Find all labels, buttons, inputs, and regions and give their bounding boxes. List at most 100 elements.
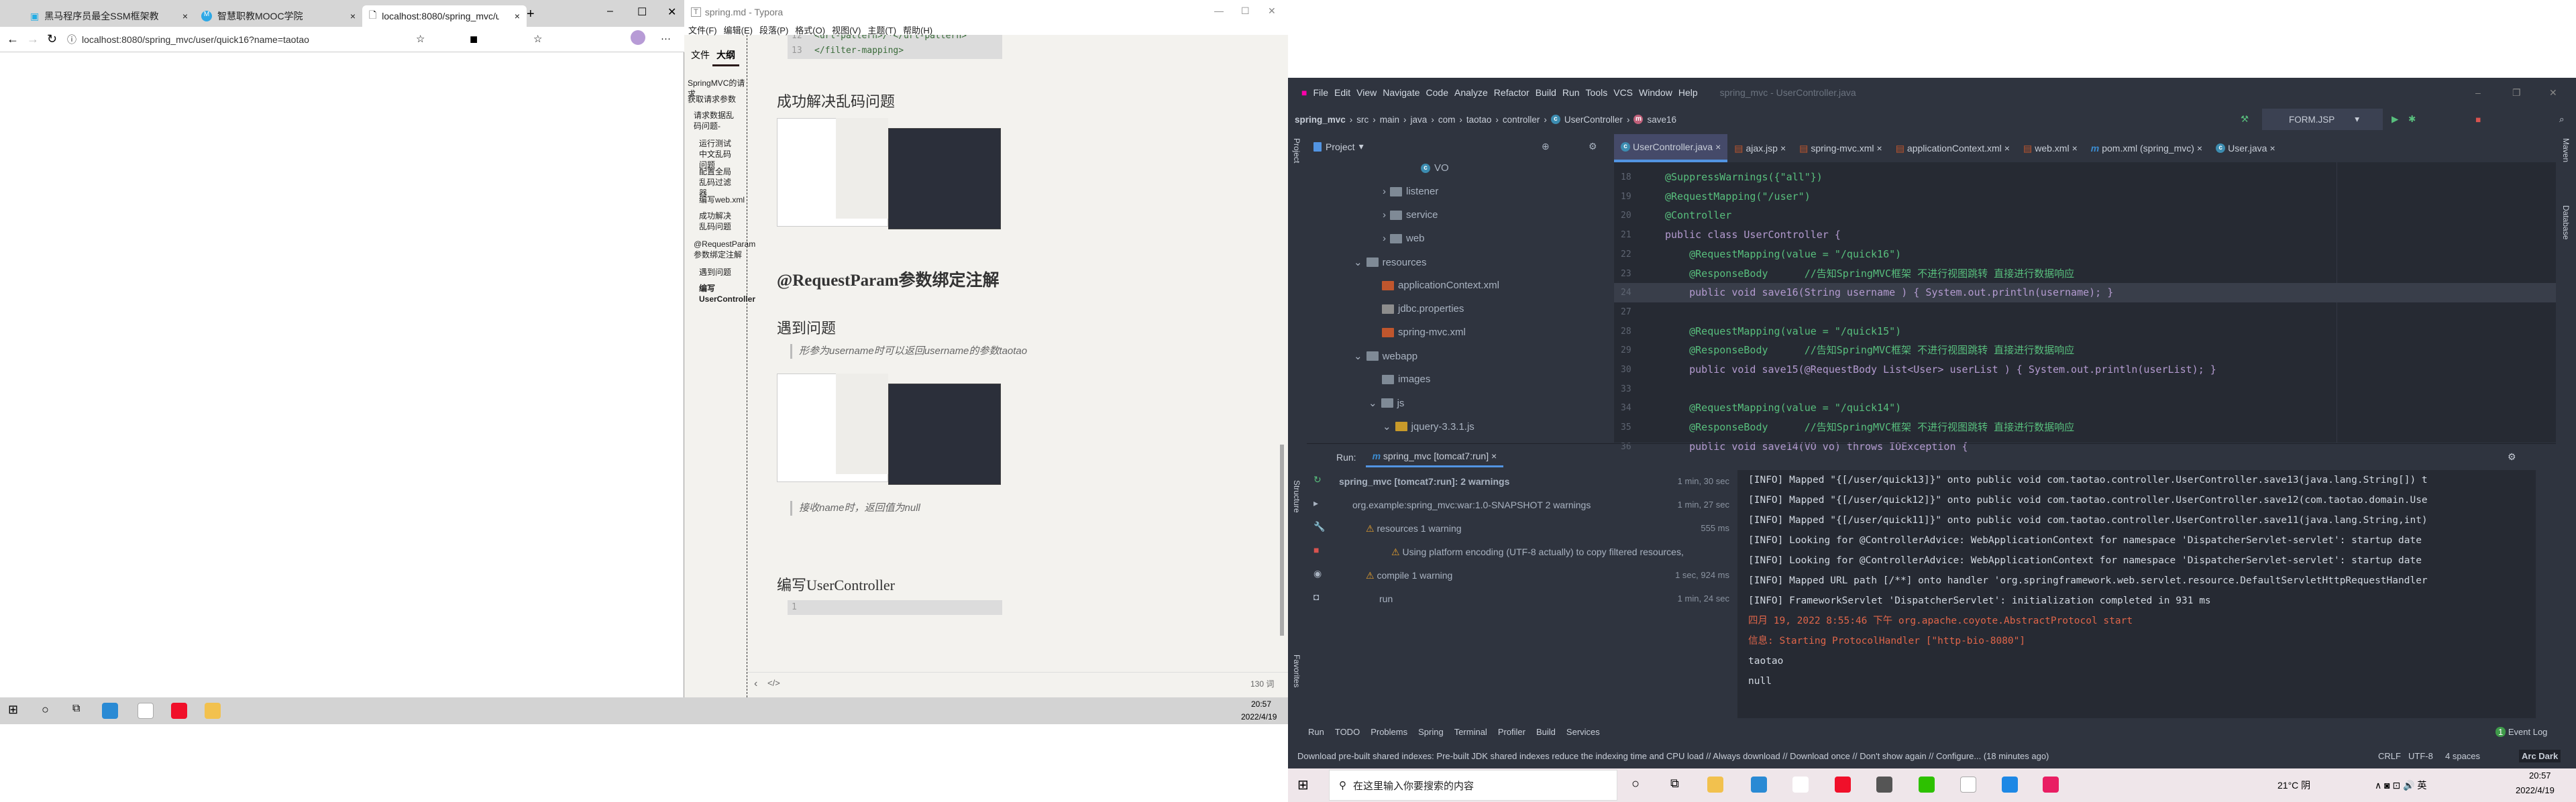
code-line[interactable]: 29 @ResponseBody //告知SpringMVC框架 不进行视图跳转… — [1614, 341, 2556, 360]
status-message[interactable]: Download pre-built shared indexes: Pre-b… — [1297, 751, 2049, 761]
feishu-icon[interactable] — [2002, 777, 2018, 793]
menu-code[interactable]: Code — [1426, 87, 1448, 98]
code-line[interactable]: 18 @SuppressWarnings({"all"}) — [1614, 168, 2556, 187]
cortana-icon[interactable]: ○ — [42, 703, 49, 717]
tree-item[interactable]: jdbc.properties — [1382, 303, 1464, 314]
forward-button[interactable]: → — [27, 32, 39, 46]
edge-icon[interactable] — [1751, 777, 1767, 793]
build-hammer-icon[interactable]: ⚒ — [2241, 114, 2249, 125]
menu-format[interactable]: 格式(O) — [795, 23, 825, 36]
run-tree-item[interactable]: spring_mvc [tomcat7:run]: 2 warnings 1 mi… — [1339, 471, 1729, 492]
menu-file[interactable]: File — [1313, 87, 1328, 98]
close-button[interactable]: ✕ — [1268, 5, 1276, 17]
menu-refactor[interactable]: Refactor — [1494, 87, 1529, 98]
outline-item[interactable]: @RequestParam参数绑定注解 — [694, 239, 755, 260]
weather-widget[interactable]: 21°C 阴 — [2277, 779, 2310, 792]
outline-item[interactable]: 编写web.xml — [699, 194, 745, 205]
typora-icon[interactable] — [138, 703, 154, 719]
run-tree-item[interactable]: ⚠ compile 1 warning 1 sec, 924 ms — [1339, 565, 1729, 585]
encoding[interactable]: UTF-8 — [2408, 751, 2433, 761]
tree-item[interactable]: ⌄ webapp — [1354, 350, 1417, 363]
settings-gear-icon[interactable]: ⚙ — [1589, 141, 1597, 152]
menu-run[interactable]: Run — [1562, 87, 1580, 98]
close-tab-icon[interactable]: × — [182, 11, 188, 21]
address-bar[interactable]: ⓘ localhost:8080/spring_mvc/user/quick16?… — [62, 30, 437, 50]
task-view-icon[interactable]: ⧉ — [1670, 777, 1679, 791]
rerun-icon[interactable]: ↻ — [1313, 474, 1322, 485]
tree-item[interactable]: › web — [1383, 233, 1425, 244]
tab-files[interactable]: 文件 — [691, 48, 710, 62]
more-menu-icon[interactable]: ··· — [661, 33, 671, 44]
maximize-button[interactable]: ☐ — [637, 5, 647, 19]
minimize-button[interactable]: – — [2475, 87, 2481, 98]
run-console[interactable]: [INFO] Mapped "{[/user/quick13]}" onto p… — [1737, 470, 2536, 718]
menu-navigate[interactable]: Navigate — [1383, 87, 1419, 98]
code-line[interactable]: 34 @RequestMapping(value = "/quick14") — [1614, 398, 2556, 418]
breadcrumb-item[interactable]: java — [1411, 115, 1428, 125]
code-block[interactable]: 12 <url-pattern>/*</url-pattern> 13 </filt… — [788, 35, 1002, 59]
code-line[interactable]: 27 — [1614, 302, 2556, 322]
menu-file[interactable]: 文件(F) — [688, 23, 717, 36]
menu-tools[interactable]: Tools — [1586, 87, 1608, 98]
tray-icons[interactable]: ∧ ◙ ⊡ 🔊 英 — [2375, 779, 2426, 792]
outline-item[interactable]: 配置全局乱码过滤器 — [699, 166, 736, 198]
new-tab-button[interactable]: + — [527, 7, 535, 22]
restore-button[interactable]: ❐ — [2512, 87, 2521, 99]
tool-terminal[interactable]: Terminal — [1454, 727, 1487, 737]
breadcrumb-item[interactable]: taotao — [1466, 115, 1492, 125]
youdao-icon[interactable] — [1835, 777, 1851, 793]
menu-window[interactable]: Window — [1639, 87, 1672, 98]
minimize-button[interactable]: — — [1214, 5, 1224, 16]
scrollbar[interactable] — [1280, 445, 1284, 636]
menu-vcs[interactable]: VCS — [1613, 87, 1633, 98]
menu-theme[interactable]: 主题(T) — [867, 23, 896, 36]
event-log-button[interactable]: 1 Event Log — [2496, 726, 2547, 737]
task-view-icon[interactable]: ⧉ — [72, 703, 80, 715]
breadcrumb-item[interactable]: src — [1356, 115, 1368, 125]
typora-icon[interactable] — [1960, 777, 1976, 793]
outline-item-active[interactable]: 编写UserController — [699, 283, 755, 304]
code-line[interactable]: 22 @RequestMapping(value = "/quick16") — [1614, 245, 2556, 264]
code-line[interactable]: 24 public void save16(String username ) … — [1614, 283, 2556, 303]
toggle-icon[interactable]: ▸ — [1313, 498, 1318, 509]
browser-tab[interactable]: ▣黑马程序员最全SSM框架教程|Sp× — [23, 5, 195, 27]
tree-item[interactable]: › service — [1383, 209, 1438, 221]
menu-help[interactable]: 帮助(H) — [903, 23, 932, 36]
source-code-icon[interactable]: </> — [767, 678, 780, 688]
breadcrumb-item[interactable]: save16 — [1647, 115, 1676, 125]
favorites-tool-button[interactable]: Favorites — [1292, 654, 1301, 687]
editor-tab-active[interactable]: c UserController.java × — [1614, 134, 1728, 162]
code-line[interactable]: 30 public void save15(@RequestBody List<… — [1614, 360, 2556, 380]
tool-services[interactable]: Services — [1566, 727, 1600, 737]
stop-icon[interactable]: ■ — [1313, 545, 1319, 555]
menu-view[interactable]: View — [1356, 87, 1377, 98]
code-line[interactable]: 33 — [1614, 380, 2556, 399]
tool-problems[interactable]: Problems — [1371, 727, 1407, 737]
tree-item[interactable]: ⌄ jquery-3.3.1.js — [1383, 420, 1474, 433]
breadcrumb-item[interactable]: controller — [1503, 115, 1540, 125]
file-explorer-icon[interactable] — [1707, 777, 1723, 793]
code-editor[interactable]: 18 @SuppressWarnings({"all"}) 19 @RequestMa… — [1614, 162, 2556, 453]
close-tab-icon[interactable]: × — [350, 11, 356, 21]
tree-item[interactable]: c VO — [1421, 162, 1449, 174]
view-icon[interactable]: ◉ — [1313, 568, 1322, 579]
locate-icon[interactable]: ⊕ — [1542, 141, 1550, 152]
tool-profiler[interactable]: Profiler — [1498, 727, 1525, 737]
code-line[interactable]: 35 @ResponseBody //告知SpringMVC框架 不进行视图跳转… — [1614, 418, 2556, 437]
debug-icon[interactable]: ✱ — [2408, 114, 2416, 125]
outline-item[interactable]: 获取请求参数 — [688, 94, 736, 105]
editor-tab[interactable]: ▤ applicationContext.xml × — [1889, 134, 2017, 162]
browser-tab-active[interactable]: 🗋localhost:8080/spring_mvc/user/× — [362, 5, 527, 27]
code-block[interactable]: 1 — [788, 600, 1002, 615]
theme-indicator[interactable]: Arc Dark — [2519, 749, 2561, 762]
editor-tab[interactable]: ▤ web.xml × — [2017, 134, 2084, 162]
code-line[interactable]: 19 @RequestMapping("/user") — [1614, 187, 2556, 207]
maven-tool-button[interactable]: Maven — [2561, 138, 2571, 162]
refresh-button[interactable]: ↻ — [47, 32, 57, 46]
menu-edit[interactable]: 编辑(E) — [724, 23, 753, 36]
tree-item[interactable]: spring-mvc.xml — [1382, 327, 1466, 338]
camera-icon[interactable]: ◘ — [1313, 591, 1319, 602]
stop-icon[interactable]: ■ — [2475, 115, 2481, 125]
edge-icon[interactable] — [102, 703, 118, 719]
tree-item[interactable]: images — [1382, 374, 1430, 385]
